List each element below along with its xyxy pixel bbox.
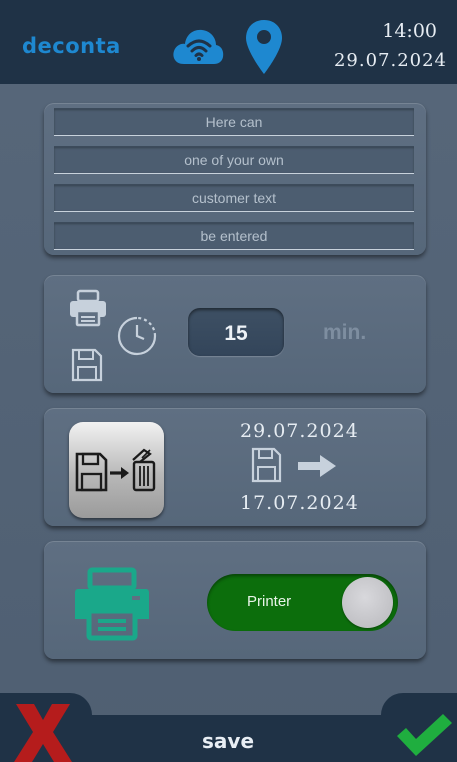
interval-unit-label: min.	[323, 321, 367, 344]
archive-date-to: 17.07.2024	[240, 492, 359, 514]
printer-toggle-label: Printer	[247, 593, 292, 610]
save-delete-button[interactable]	[69, 422, 164, 518]
clock-time: 14:00	[382, 20, 437, 42]
floppy-disk-icon	[251, 447, 282, 483]
interval-minutes-input[interactable]: 15	[188, 308, 284, 356]
customer-text-line-4[interactable]: be entered	[54, 222, 414, 250]
timer-icon	[117, 316, 157, 356]
printer-toggle[interactable]: Printer	[207, 574, 398, 631]
printer-panel: Printer	[44, 541, 426, 659]
screen: deconta 14:00 29.07.2024 Here can one of…	[0, 0, 457, 762]
header-bar: deconta 14:00 29.07.2024	[0, 0, 457, 84]
customer-text-line-3[interactable]: customer text	[54, 184, 414, 212]
location-pin-icon[interactable]	[244, 18, 284, 76]
printer-icon	[75, 567, 149, 641]
customer-text-panel: Here can one of your own customer text b…	[44, 103, 426, 255]
logo: deconta	[22, 34, 121, 58]
archive-date-from: 29.07.2024	[240, 420, 359, 442]
arrow-right-icon	[298, 455, 336, 477]
save-arrow-icons	[251, 447, 336, 483]
interval-panel: 15 min.	[44, 275, 426, 393]
cloud-wifi-icon[interactable]	[172, 24, 224, 68]
save-delete-icon	[75, 448, 156, 492]
checkmark-icon[interactable]	[394, 712, 454, 758]
customer-text-line-1[interactable]: Here can	[54, 108, 414, 136]
save-button[interactable]: save	[202, 729, 254, 753]
archive-panel: 29.07.2024 17.07.2024	[44, 408, 426, 526]
printer-icon	[70, 289, 106, 327]
floppy-disk-icon	[71, 348, 103, 382]
cancel-x-icon[interactable]	[12, 702, 74, 762]
clock-date: 29.07.2024	[333, 50, 447, 71]
toggle-knob[interactable]	[342, 577, 393, 628]
customer-text-line-2[interactable]: one of your own	[54, 146, 414, 174]
